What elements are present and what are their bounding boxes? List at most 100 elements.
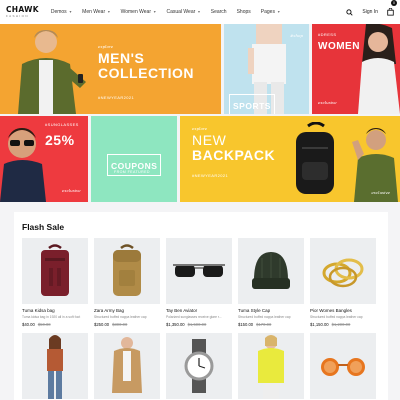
banner-tag: #DRESS (318, 32, 337, 37)
nav-item-casual-wear[interactable]: Casual Wear ▼ (166, 9, 200, 15)
product-image[interactable] (166, 238, 232, 304)
banner-mens-collection[interactable]: explore MEN'S COLLECTION #NEWYEAR2021 (0, 24, 221, 114)
backpack-icon (41, 244, 69, 296)
banner-new-backpack[interactable]: explore NEW BACKPACK #NEWYEAR2021 exclus… (180, 116, 400, 202)
nav-label: Women Wear (120, 9, 151, 15)
product-description: Structured buffed nappa leather cap (238, 315, 291, 319)
brand-logo[interactable]: CHAWK FASHION (6, 6, 39, 18)
product-image[interactable] (22, 333, 88, 399)
product-card[interactable] (166, 333, 232, 399)
product-name[interactable]: Pior Womes Bangles (310, 308, 376, 313)
cart-count-badge: 0 (391, 0, 397, 6)
banner-title-line2: COLLECTION (98, 65, 194, 81)
nav-item-shops[interactable]: Shops (237, 9, 251, 15)
search-icon[interactable] (346, 3, 354, 21)
female-model-icon (47, 335, 63, 399)
army-bag-icon (113, 244, 141, 296)
product-card[interactable]: Zara Army Bag Structured buffed nappa le… (94, 238, 160, 327)
nav-item-women-wear[interactable]: Women Wear ▼ (121, 9, 157, 15)
beanie-icon (252, 252, 290, 289)
price-current: $150.00 (238, 322, 254, 327)
product-price: $1,150.00 $1,200.00 (310, 322, 376, 327)
banner-title-line2: BACKPACK (192, 147, 276, 163)
banner-sunglasses[interactable]: #SUNGLASSES 25% exclusive (0, 116, 88, 202)
product-name[interactable]: Zara Army Bag (94, 308, 160, 313)
product-image[interactable] (310, 238, 376, 304)
product-card[interactable]: Tuma Kidsa bag Tuma kidsa bag in 1920 al… (22, 238, 88, 327)
price-current: $1,350.00 (166, 322, 185, 327)
price-old: $170.00 (256, 322, 272, 327)
price-old: $1,200.00 (331, 322, 351, 327)
nav-item-men-wear[interactable]: Men Wear ▼ (82, 9, 110, 15)
product-price: $150.00 $170.00 (238, 322, 304, 327)
brand-tagline: FASHION (6, 13, 29, 18)
main-nav: Demos ▼ Men Wear ▼ Women Wear ▼ Casual Wear… (51, 9, 281, 15)
banner-women[interactable]: #DRESS WOMEN exclusive (312, 24, 400, 114)
flash-sale-section: Flash Sale Tuma Kidsa bag Tuma kidsa bag… (14, 212, 388, 400)
product-card[interactable] (238, 333, 304, 399)
product-description: Structured buffed nappa leather cap (310, 315, 363, 319)
banner-tag: explore (192, 126, 208, 131)
product-image[interactable] (310, 333, 376, 399)
product-card[interactable] (22, 333, 88, 399)
banner-footer: exclusive (371, 190, 390, 195)
product-price: $250.00 $300.00 (94, 322, 160, 327)
banner-title: WOMEN (318, 41, 360, 52)
product-image[interactable] (238, 238, 304, 304)
nav-label: Pages (260, 9, 275, 15)
banner-hashtag: #NEWYEAR2021 (192, 173, 229, 178)
nav-label: Shops (236, 9, 251, 15)
product-card[interactable]: Pior Womes Bangles Structured buffed nap… (310, 238, 376, 327)
banner-coupons[interactable]: COUPONS FROM FEATURED (91, 116, 177, 202)
bangles-icon (322, 258, 364, 288)
product-name[interactable]: Tuma Kidsa bag (22, 308, 88, 313)
product-description: Polarized sunglasses receive glare r... (166, 315, 222, 319)
sunglasses-icon (321, 358, 365, 376)
product-image[interactable] (94, 333, 160, 399)
banner-subtitle: FROM FEATURED (114, 170, 150, 174)
banner-sports[interactable]: #shop SPORTS (224, 24, 309, 114)
product-description: Tuma kidsa bag in 1920 all in a soft foo… (22, 315, 81, 319)
watch-icon (184, 339, 214, 393)
nav-label: Search (210, 9, 227, 15)
price-current: $1,150.00 (310, 322, 329, 327)
cart-button[interactable]: 0 (387, 0, 397, 21)
male-model-image (18, 30, 86, 114)
female-model-image (358, 24, 400, 114)
product-image[interactable] (22, 238, 88, 304)
male-model-sunglasses-image (0, 128, 46, 202)
brand-name: CHAWK (6, 5, 39, 15)
price-current: $250.00 (94, 322, 110, 327)
chevron-down-icon: ▼ (276, 10, 281, 14)
product-image[interactable] (238, 333, 304, 399)
nav-item-search[interactable]: Search (211, 9, 227, 15)
female-model-icon (112, 337, 142, 393)
price-old: $300.00 (112, 322, 128, 327)
product-description: Structured buffed nappa leather cap (94, 315, 147, 319)
product-card[interactable] (94, 333, 160, 399)
nav-item-demos[interactable]: Demos ▼ (51, 9, 72, 15)
product-card[interactable]: Tuma Style Cap Structured buffed nappa l… (238, 238, 304, 327)
sunglasses-icon (173, 264, 225, 277)
nav-item-pages[interactable]: Pages ▼ (261, 9, 281, 15)
banner-footer: exclusive (62, 188, 81, 193)
product-card[interactable] (310, 333, 376, 399)
banner-footer: exclusive (318, 100, 337, 105)
price-old: $50.00 (37, 322, 51, 327)
banner-tag: #shop (290, 33, 303, 38)
site-header: CHAWK FASHION Demos ▼ Men Wear ▼ Women Wea… (0, 0, 400, 24)
banner-hashtag: #NEWYEAR2021 (98, 95, 135, 100)
product-image[interactable] (94, 238, 160, 304)
shopping-bag-icon (387, 7, 394, 16)
chevron-down-icon: ▼ (68, 10, 73, 14)
nav-label: Men Wear (82, 9, 106, 15)
product-name[interactable]: Tuma Style Cap (238, 308, 304, 313)
signin-link[interactable]: Sign In (362, 9, 378, 15)
product-name[interactable]: Tay Ben Aviator (166, 308, 232, 313)
nav-label: Casual Wear (166, 9, 196, 15)
discount-percent: 25% (45, 132, 75, 148)
product-image[interactable] (166, 333, 232, 399)
product-card[interactable]: Tay Ben Aviator Polarized sunglasses rec… (166, 238, 232, 327)
product-price: $40.00 $50.00 (22, 322, 88, 327)
banner-title-line1: NEW (192, 132, 227, 148)
